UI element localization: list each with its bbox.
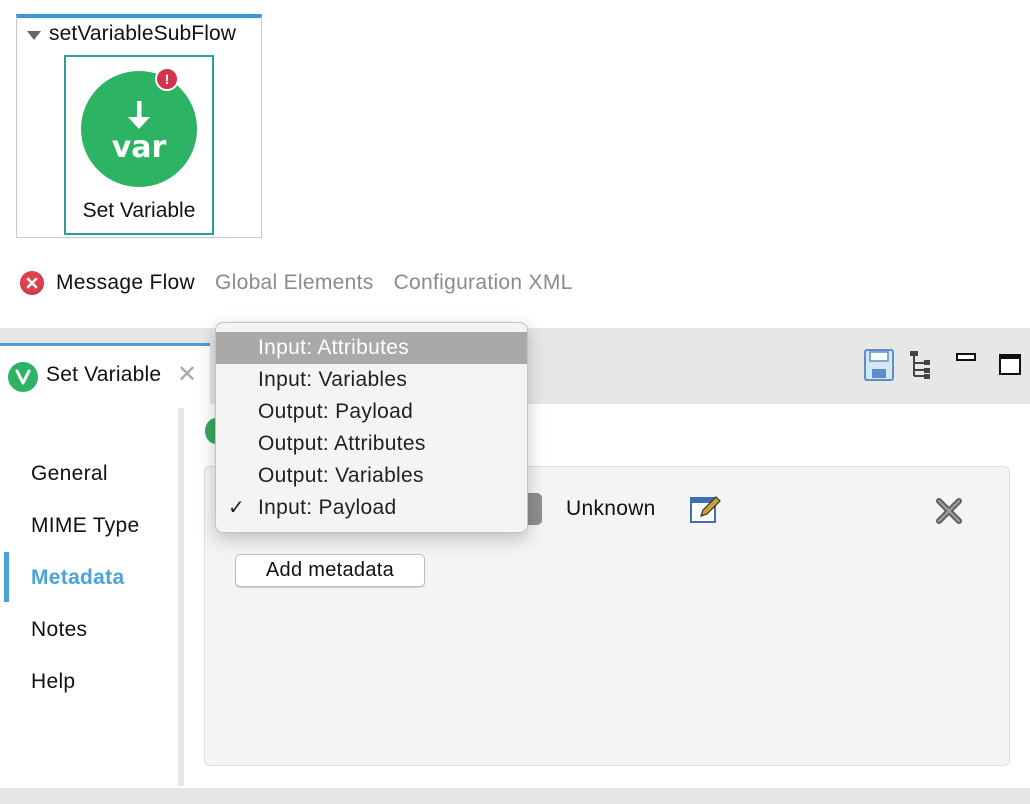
menu-item-label: Output: Payload [258, 400, 414, 423]
nav-item-metadata[interactable]: Metadata [31, 566, 124, 590]
save-icon[interactable] [862, 348, 896, 382]
metadata-target-menu: Input: Attributes Input: Variables Outpu… [215, 322, 528, 533]
maximize-icon[interactable] [994, 348, 1028, 382]
subflow-header[interactable]: setVariableSubFlow [27, 22, 236, 46]
minimize-icon[interactable] [950, 348, 984, 382]
set-variable-icon: var [81, 71, 197, 187]
menu-item-input-variables[interactable]: Input: Variables [216, 364, 527, 396]
tab-configuration-xml[interactable]: Configuration XML [394, 271, 573, 295]
error-icon [20, 271, 44, 295]
bottom-strip [0, 788, 1030, 804]
menu-item-input-payload[interactable]: ✓ Input: Payload [216, 492, 527, 524]
menu-item-label: Input: Variables [258, 368, 408, 391]
edit-icon[interactable] [689, 494, 723, 526]
close-icon[interactable]: ✕ [177, 363, 197, 387]
tab-message-flow[interactable]: Message Flow [56, 271, 195, 295]
menu-item-output-variables[interactable]: Output: Variables [216, 460, 527, 492]
nav-active-marker [4, 552, 9, 602]
menu-item-output-attributes[interactable]: Output: Attributes [216, 428, 527, 460]
editor-tab-bar: Message Flow Global Elements Configurati… [20, 266, 593, 300]
menu-item-label: Output: Variables [258, 464, 424, 487]
nav-item-general[interactable]: General [31, 462, 108, 486]
menu-item-output-payload[interactable]: Output: Payload [216, 396, 527, 428]
menu-item-label: Input: Attributes [258, 336, 410, 359]
properties-nav [0, 404, 178, 784]
add-metadata-button[interactable]: Add metadata [235, 554, 425, 587]
nav-item-help[interactable]: Help [31, 670, 75, 694]
properties-tab-set-variable[interactable]: Set Variable ✕ [0, 343, 210, 409]
set-variable-small-icon [8, 362, 38, 392]
nav-item-notes[interactable]: Notes [31, 618, 87, 642]
remove-icon[interactable] [933, 495, 965, 527]
collapse-triangle-icon[interactable] [27, 30, 41, 40]
tree-icon[interactable] [906, 348, 940, 382]
checkmark-icon: ✓ [228, 497, 246, 519]
processor-label: Set Variable [82, 199, 196, 222]
error-badge-icon: ! [155, 67, 179, 91]
nav-item-mime-type[interactable]: MIME Type [31, 514, 140, 538]
var-text: var [112, 130, 167, 165]
menu-item-input-attributes[interactable]: Input: Attributes [216, 332, 527, 364]
metadata-type-value: Unknown [566, 497, 656, 520]
set-variable-processor[interactable]: var ! Set Variable [64, 55, 214, 235]
menu-item-label: Output: Attributes [258, 432, 426, 455]
tab-global-elements[interactable]: Global Elements [215, 271, 374, 295]
properties-tab-title: Set Variable [46, 363, 162, 386]
subflow-container[interactable]: setVariableSubFlow var ! Set Variable [16, 14, 262, 238]
menu-item-label: Input: Payload [258, 496, 397, 519]
subflow-title: setVariableSubFlow [49, 22, 237, 45]
